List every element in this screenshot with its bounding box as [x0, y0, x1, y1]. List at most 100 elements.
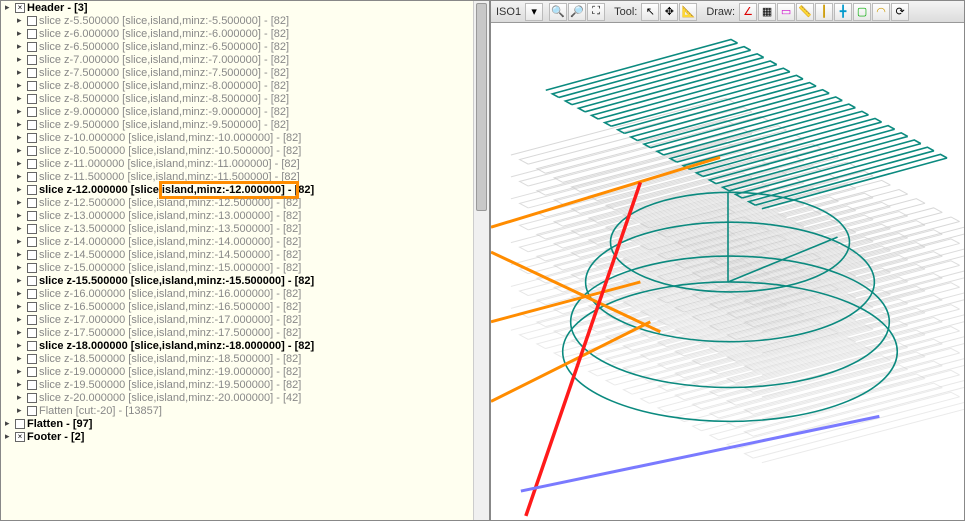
tree-slice-29[interactable]: ▸slice z-20.000000 [slice,island,minz:-2…	[1, 391, 489, 404]
expand-arrow-icon[interactable]: ▸	[17, 327, 27, 338]
expand-arrow-icon[interactable]: ▸	[17, 158, 27, 169]
draw-ref1-icon[interactable]: ┃	[815, 3, 833, 21]
checkbox[interactable]	[27, 302, 37, 312]
checkbox[interactable]	[15, 3, 25, 13]
draw-rect-icon[interactable]: ▭	[777, 3, 795, 21]
checkbox[interactable]	[27, 16, 37, 26]
expand-arrow-icon[interactable]: ▸	[17, 119, 27, 130]
draw-arc-icon[interactable]: ◠	[872, 3, 890, 21]
tree-flatten-cut[interactable]: ▸Flatten [cut:-20] - [13857]	[1, 404, 489, 417]
tree-slice-14[interactable]: ▸slice z-12.500000 [slice,island,minz:-1…	[1, 196, 489, 209]
expand-arrow-icon[interactable]: ▸	[17, 353, 27, 364]
expand-arrow-icon[interactable]: ▸	[17, 379, 27, 390]
checkbox[interactable]	[27, 107, 37, 117]
checkbox[interactable]	[27, 172, 37, 182]
tree-footer[interactable]: ▸Footer - [2]	[1, 430, 489, 443]
expand-arrow-icon[interactable]: ▸	[17, 28, 27, 39]
checkbox[interactable]	[27, 211, 37, 221]
tree-slice-11[interactable]: ▸slice z-11.000000 [slice,island,minz:-1…	[1, 157, 489, 170]
tree-slice-2[interactable]: ▸slice z-6.500000 [slice,island,minz:-6.…	[1, 40, 489, 53]
tree-slice-0[interactable]: ▸slice z-5.500000 [slice,island,minz:-5.…	[1, 14, 489, 27]
tree-slice-21[interactable]: ▸slice z-16.000000 [slice,island,minz:-1…	[1, 287, 489, 300]
expand-arrow-icon[interactable]: ▸	[5, 418, 15, 429]
checkbox[interactable]	[27, 81, 37, 91]
tree-panel[interactable]: ▸Header - [3]▸slice z-5.500000 [slice,is…	[1, 1, 491, 520]
expand-arrow-icon[interactable]: ▸	[17, 301, 27, 312]
checkbox[interactable]	[15, 419, 25, 429]
expand-arrow-icon[interactable]: ▸	[17, 106, 27, 117]
measure-tool-icon[interactable]: 📐	[679, 3, 697, 21]
tree-slice-17[interactable]: ▸slice z-14.000000 [slice,island,minz:-1…	[1, 235, 489, 248]
tree-slice-24[interactable]: ▸slice z-17.500000 [slice,island,minz:-1…	[1, 326, 489, 339]
expand-arrow-icon[interactable]: ▸	[17, 340, 27, 351]
expand-arrow-icon[interactable]: ▸	[17, 275, 27, 286]
expand-arrow-icon[interactable]: ▸	[17, 236, 27, 247]
expand-arrow-icon[interactable]: ▸	[17, 171, 27, 182]
pan-tool-icon[interactable]: ✥	[660, 3, 678, 21]
viewport-canvas[interactable]	[491, 23, 964, 520]
tree-slice-8[interactable]: ▸slice z-9.500000 [slice,island,minz:-9.…	[1, 118, 489, 131]
tree-slice-19[interactable]: ▸slice z-15.000000 [slice,island,minz:-1…	[1, 261, 489, 274]
checkbox[interactable]	[15, 432, 25, 442]
expand-arrow-icon[interactable]: ▸	[17, 249, 27, 260]
tree-slice-3[interactable]: ▸slice z-7.000000 [slice,island,minz:-7.…	[1, 53, 489, 66]
expand-arrow-icon[interactable]: ▸	[17, 262, 27, 273]
expand-arrow-icon[interactable]: ▸	[17, 145, 27, 156]
tree-slice-13[interactable]: ▸slice z-12.000000 [slice,island,minz:-1…	[1, 183, 489, 196]
tree-slice-7[interactable]: ▸slice z-9.000000 [slice,island,minz:-9.…	[1, 105, 489, 118]
checkbox[interactable]	[27, 185, 37, 195]
checkbox[interactable]	[27, 68, 37, 78]
tree-slice-27[interactable]: ▸slice z-19.000000 [slice,island,minz:-1…	[1, 365, 489, 378]
checkbox[interactable]	[27, 276, 37, 286]
expand-arrow-icon[interactable]: ▸	[17, 80, 27, 91]
tree-slice-9[interactable]: ▸slice z-10.000000 [slice,island,minz:-1…	[1, 131, 489, 144]
expand-arrow-icon[interactable]: ▸	[17, 54, 27, 65]
draw-line-icon[interactable]: ∠	[739, 3, 757, 21]
draw-grid-icon[interactable]: ▦	[758, 3, 776, 21]
tree-slice-4[interactable]: ▸slice z-7.500000 [slice,island,minz:-7.…	[1, 66, 489, 79]
expand-arrow-icon[interactable]: ▸	[17, 392, 27, 403]
tree-slice-28[interactable]: ▸slice z-19.500000 [slice,island,minz:-1…	[1, 378, 489, 391]
expand-arrow-icon[interactable]: ▸	[5, 2, 15, 13]
checkbox[interactable]	[27, 380, 37, 390]
checkbox[interactable]	[27, 159, 37, 169]
checkbox[interactable]	[27, 289, 37, 299]
checkbox[interactable]	[27, 146, 37, 156]
tree-slice-10[interactable]: ▸slice z-10.500000 [slice,island,minz:-1…	[1, 144, 489, 157]
iso-menu-button[interactable]: ▾	[525, 3, 543, 21]
expand-arrow-icon[interactable]: ▸	[17, 366, 27, 377]
tree-slice-5[interactable]: ▸slice z-8.000000 [slice,island,minz:-8.…	[1, 79, 489, 92]
tree-slice-6[interactable]: ▸slice z-8.500000 [slice,island,minz:-8.…	[1, 92, 489, 105]
expand-arrow-icon[interactable]: ▸	[17, 132, 27, 143]
cursor-tool-icon[interactable]: ↖	[641, 3, 659, 21]
zoom-fit-icon[interactable]: ⛶	[587, 3, 605, 21]
expand-arrow-icon[interactable]: ▸	[17, 41, 27, 52]
tree-slice-12[interactable]: ▸slice z-11.500000 [slice,island,minz:-1…	[1, 170, 489, 183]
draw-ruler-icon[interactable]: 📏	[796, 3, 814, 21]
checkbox[interactable]	[27, 237, 37, 247]
tree-slice-16[interactable]: ▸slice z-13.500000 [slice,island,minz:-1…	[1, 222, 489, 235]
checkbox[interactable]	[27, 224, 37, 234]
expand-arrow-icon[interactable]: ▸	[17, 184, 27, 195]
draw-box-icon[interactable]: ▢	[853, 3, 871, 21]
tree-slice-26[interactable]: ▸slice z-18.500000 [slice,island,minz:-1…	[1, 352, 489, 365]
zoom-out-icon[interactable]: 🔎	[568, 3, 586, 21]
expand-arrow-icon[interactable]: ▸	[17, 210, 27, 221]
checkbox[interactable]	[27, 42, 37, 52]
checkbox[interactable]	[27, 94, 37, 104]
expand-arrow-icon[interactable]: ▸	[17, 314, 27, 325]
tree-slice-22[interactable]: ▸slice z-16.500000 [slice,island,minz:-1…	[1, 300, 489, 313]
tree-header[interactable]: ▸Header - [3]	[1, 1, 489, 14]
checkbox[interactable]	[27, 367, 37, 377]
expand-arrow-icon[interactable]: ▸	[17, 288, 27, 299]
checkbox[interactable]	[27, 393, 37, 403]
checkbox[interactable]	[27, 120, 37, 130]
checkbox[interactable]	[27, 341, 37, 351]
expand-arrow-icon[interactable]: ▸	[17, 93, 27, 104]
checkbox[interactable]	[27, 198, 37, 208]
tree-slice-25[interactable]: ▸slice z-18.000000 [slice,island,minz:-1…	[1, 339, 489, 352]
checkbox[interactable]	[27, 133, 37, 143]
checkbox[interactable]	[27, 263, 37, 273]
expand-arrow-icon[interactable]: ▸	[17, 67, 27, 78]
tree-flatten[interactable]: ▸Flatten - [97]	[1, 417, 489, 430]
